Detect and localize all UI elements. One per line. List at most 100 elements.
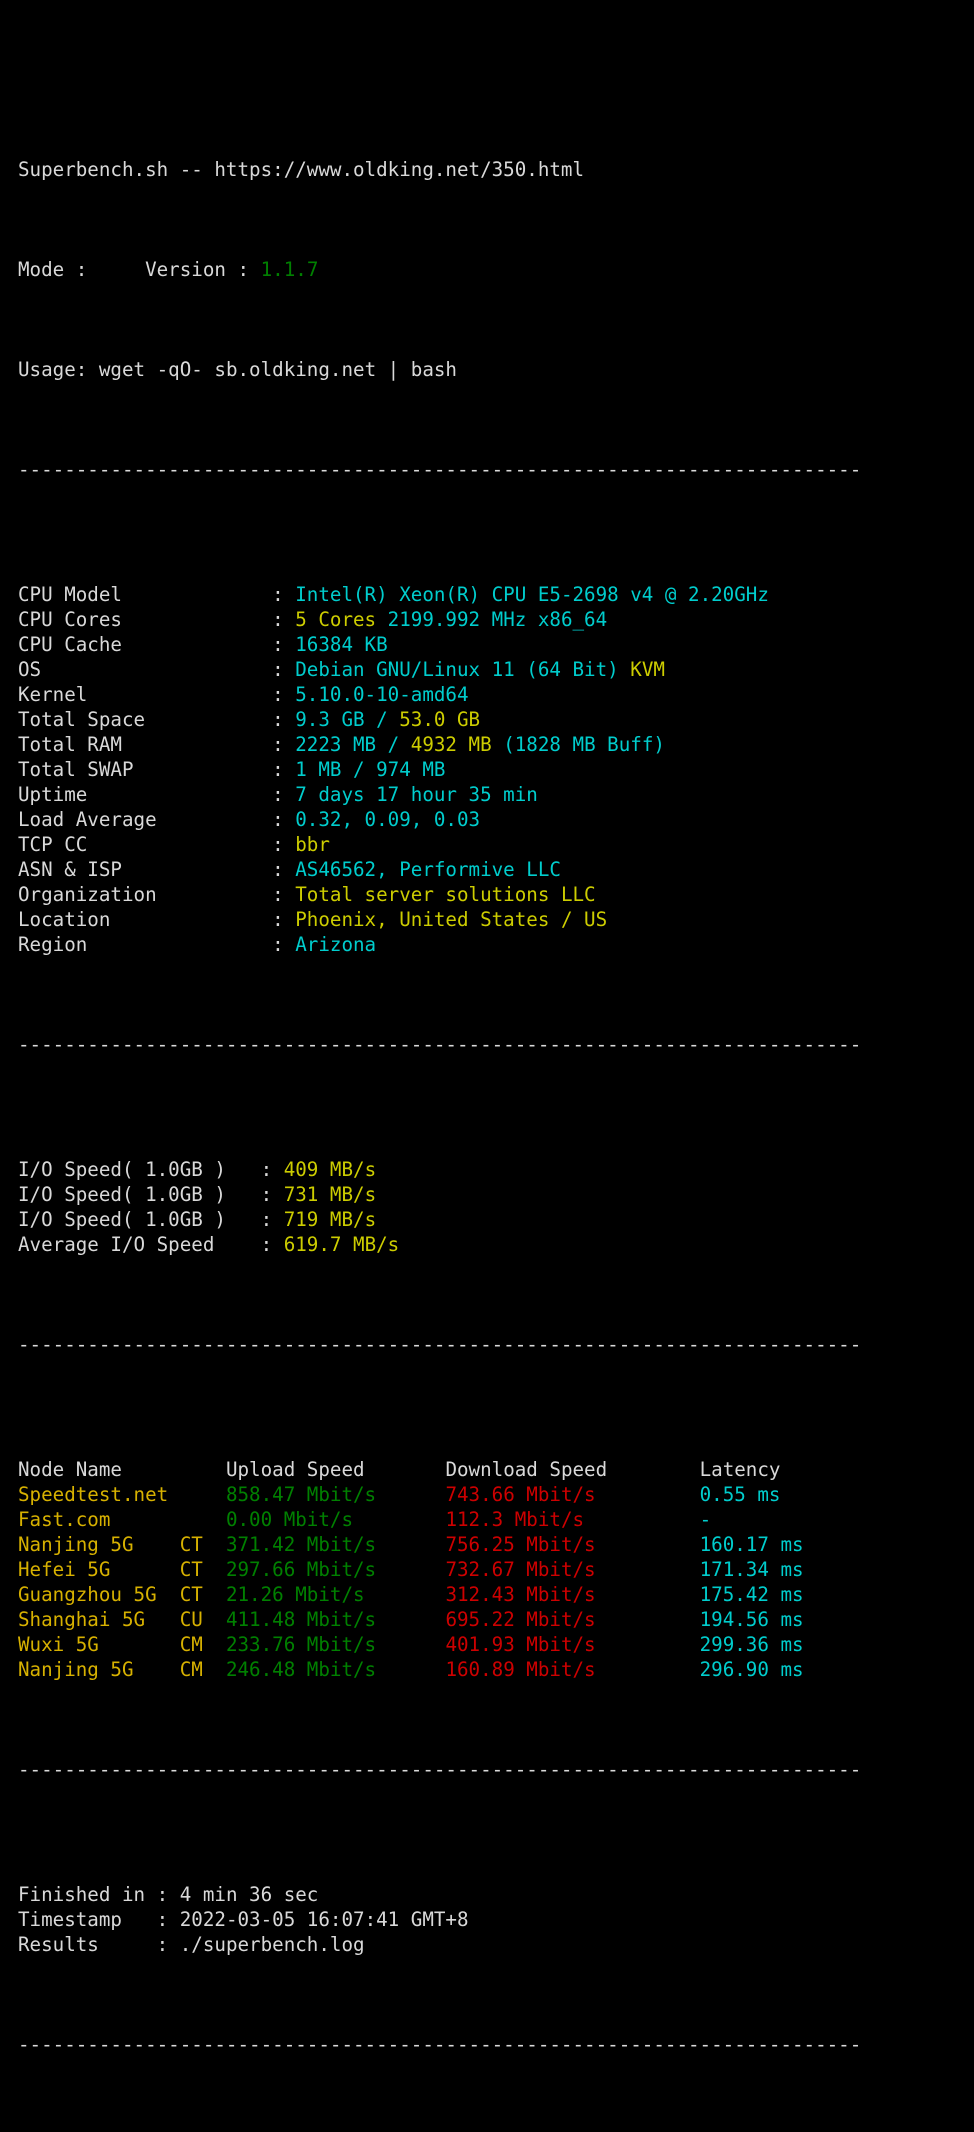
speedtest-node-name: Nanjing 5G CM: [18, 1658, 226, 1681]
system-info-row: Total SWAP : 1 MB / 974 MB: [0, 757, 974, 782]
system-info-label: ASN & ISP :: [18, 858, 296, 881]
system-info-row: Region : Arizona: [0, 932, 974, 957]
speedtest-download-speed: 743.66 Mbit/s: [445, 1483, 700, 1506]
speedtest-row: Wuxi 5G CM 233.76 Mbit/s 401.93 Mbit/s 2…: [0, 1632, 974, 1657]
system-info-label: Location :: [18, 908, 296, 931]
header-title: Superbench.sh -- https://www.oldking.net…: [18, 158, 585, 181]
system-info-label: OS :: [18, 658, 296, 681]
system-info-row: TCP CC : bbr: [0, 832, 974, 857]
system-info-label: Organization :: [18, 883, 296, 906]
system-info-row: CPU Cores : 5 Cores 2199.992 MHz x86_64: [0, 607, 974, 632]
summary-value: 4 min 36 sec: [179, 1883, 319, 1906]
summary-label: Timestamp :: [18, 1908, 180, 1931]
system-info-value: 1 MB / 974 MB: [295, 758, 446, 781]
speedtest-upload-speed: 411.48 Mbit/s: [225, 1608, 446, 1631]
system-info-value: bbr: [295, 833, 330, 856]
system-info-value: 2223 MB /: [295, 733, 411, 756]
separator-5: ----------------------------------------…: [18, 2033, 862, 2056]
system-info-label: Total SWAP :: [18, 758, 296, 781]
system-info-value: 5 Cores: [295, 608, 388, 631]
system-info-label: Load Average :: [18, 808, 296, 831]
summary-row: Timestamp : 2022-03-05 16:07:41 GMT+8: [0, 1907, 974, 1932]
io-speed-label: I/O Speed( 1.0GB ) :: [18, 1208, 284, 1231]
speedtest-row: Guangzhou 5G CT 21.26 Mbit/s 312.43 Mbit…: [0, 1582, 974, 1607]
header-title-line: Superbench.sh -- https://www.oldking.net…: [0, 157, 974, 182]
system-info-value: Debian GNU/Linux 11 (64 Bit): [295, 658, 631, 681]
speedtest-header-latency: Latency: [699, 1458, 781, 1481]
speedtest-row: Nanjing 5G CT 371.42 Mbit/s 756.25 Mbit/…: [0, 1532, 974, 1557]
speedtest-row: Nanjing 5G CM 246.48 Mbit/s 160.89 Mbit/…: [0, 1657, 974, 1682]
system-info-label: TCP CC :: [18, 833, 296, 856]
system-info-value-tertiary: (1828 MB Buff): [503, 733, 665, 756]
system-info-value-secondary: KVM: [630, 658, 665, 681]
separator-1: ----------------------------------------…: [18, 458, 862, 481]
usage-value: wget -qO- sb.oldking.net | bash: [98, 358, 457, 381]
speedtest-row: Speedtest.net 858.47 Mbit/s 743.66 Mbit/…: [0, 1482, 974, 1507]
speedtest-header-node: Node Name: [18, 1458, 226, 1481]
speedtest-header-upload: Upload Speed: [225, 1458, 446, 1481]
separator-4: ----------------------------------------…: [18, 1758, 862, 1781]
speedtest-latency: 299.36 ms: [699, 1633, 804, 1656]
speedtest-node-name: Fast.com: [18, 1508, 226, 1531]
speedtest-latency: 296.90 ms: [699, 1658, 804, 1681]
io-speed-label: I/O Speed( 1.0GB ) :: [18, 1183, 284, 1206]
speedtest-upload-speed: 0.00 Mbit/s: [225, 1508, 446, 1531]
system-info-row: Load Average : 0.32, 0.09, 0.03: [0, 807, 974, 832]
speedtest-row: Shanghai 5G CU 411.48 Mbit/s 695.22 Mbit…: [0, 1607, 974, 1632]
system-info-value: Intel(R) Xeon(R) CPU E5-2698 v4 @ 2.20GH…: [295, 583, 769, 606]
speedtest-header-download: Download Speed: [445, 1458, 700, 1481]
speedtest-download-speed: 695.22 Mbit/s: [445, 1608, 700, 1631]
mode-label: Mode :: [18, 258, 99, 281]
speedtest-upload-speed: 246.48 Mbit/s: [225, 1658, 446, 1681]
speedtest-upload-speed: 371.42 Mbit/s: [225, 1533, 446, 1556]
io-speed-value: 619.7 MB/s: [283, 1233, 400, 1256]
system-info-value: 7 days 17 hour 35 min: [295, 783, 538, 806]
speedtest-download-speed: 312.43 Mbit/s: [445, 1583, 700, 1606]
system-info-label: Region :: [18, 933, 296, 956]
system-info-label: Uptime :: [18, 783, 296, 806]
io-speed-row: I/O Speed( 1.0GB ) : 719 MB/s: [0, 1207, 974, 1232]
system-info-row: Uptime : 7 days 17 hour 35 min: [0, 782, 974, 807]
speedtest-node-name: Wuxi 5G CM: [18, 1633, 226, 1656]
system-info-label: CPU Model :: [18, 583, 296, 606]
system-info-row: CPU Model : Intel(R) Xeon(R) CPU E5-2698…: [0, 582, 974, 607]
io-speed-row: I/O Speed( 1.0GB ) : 409 MB/s: [0, 1157, 974, 1182]
speedtest-download-speed: 732.67 Mbit/s: [445, 1558, 700, 1581]
version-value: 1.1.7: [260, 258, 319, 281]
system-info-value: Total server solutions LLC: [295, 883, 596, 906]
header-usage-line: Usage: wget -qO- sb.oldking.net | bash: [0, 357, 974, 382]
system-info-value: Arizona: [295, 933, 377, 956]
speedtest-latency: 171.34 ms: [699, 1558, 804, 1581]
speedtest-node-name: Hefei 5G CT: [18, 1558, 226, 1581]
system-info-row: Total RAM : 2223 MB / 4932 MB (1828 MB B…: [0, 732, 974, 757]
io-speed-value: 731 MB/s: [283, 1183, 377, 1206]
io-speed-value: 719 MB/s: [283, 1208, 377, 1231]
system-info-row: CPU Cache : 16384 KB: [0, 632, 974, 657]
speedtest-row: Fast.com 0.00 Mbit/s 112.3 Mbit/s -: [0, 1507, 974, 1532]
speedtest-header-row: Node Name Upload Speed Download Speed La…: [0, 1457, 974, 1482]
speedtest-latency: 0.55 ms: [699, 1483, 781, 1506]
speedtest-node-name: Guangzhou 5G CT: [18, 1583, 226, 1606]
speedtest-node-name: Shanghai 5G CU: [18, 1608, 226, 1631]
system-info-value: 9.3 GB /: [295, 708, 400, 731]
system-info-value: 5.10.0-10-amd64: [295, 683, 469, 706]
summary-label: Results :: [18, 1933, 180, 1956]
io-speed-block: I/O Speed( 1.0GB ) : 409 MB/s I/O Speed( …: [0, 1157, 974, 1257]
system-info-value: Phoenix, United States / US: [295, 908, 608, 931]
system-info-row: ASN & ISP : AS46562, Performive LLC: [0, 857, 974, 882]
speedtest-download-speed: 401.93 Mbit/s: [445, 1633, 700, 1656]
terminal-output: Superbench.sh -- https://www.oldking.net…: [0, 0, 974, 2056]
top-padding: [0, 50, 974, 57]
system-info-row: Total Space : 9.3 GB / 53.0 GB: [0, 707, 974, 732]
speedtest-download-speed: 160.89 Mbit/s: [445, 1658, 700, 1681]
summary-label: Finished in :: [18, 1883, 180, 1906]
summary-row: Results : ./superbench.log: [0, 1932, 974, 1957]
system-info-value-secondary: 53.0 GB: [399, 708, 481, 731]
summary-row: Finished in : 4 min 36 sec: [0, 1882, 974, 1907]
system-info-label: Total RAM :: [18, 733, 296, 756]
io-speed-row: I/O Speed( 1.0GB ) : 731 MB/s: [0, 1182, 974, 1207]
speedtest-download-speed: 112.3 Mbit/s: [445, 1508, 700, 1531]
system-info-row: OS : Debian GNU/Linux 11 (64 Bit) KVM: [0, 657, 974, 682]
io-speed-label: I/O Speed( 1.0GB ) :: [18, 1158, 284, 1181]
speedtest-upload-speed: 233.76 Mbit/s: [225, 1633, 446, 1656]
